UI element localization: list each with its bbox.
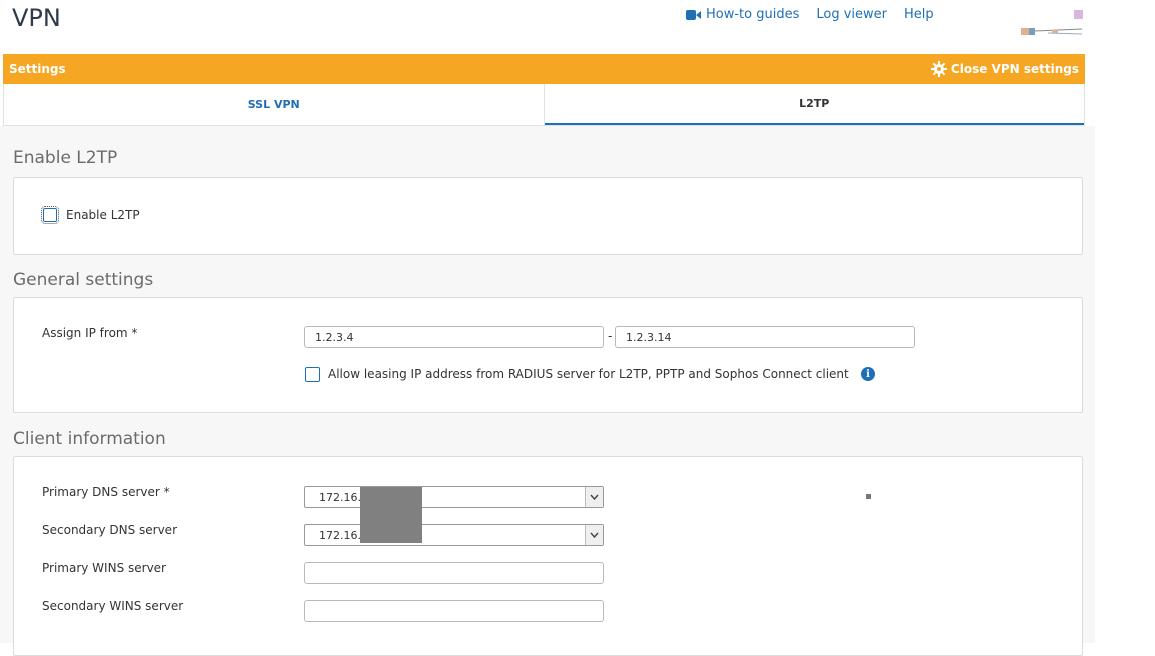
general-settings-panel: Assign IP from * 1.2.3.4 - 1.2.3.14 Allo… [13,297,1083,413]
settings-content: Enable L2TP Enable L2TP General settings… [0,126,1095,656]
howto-guides-link[interactable]: How-to guides [686,7,799,22]
primary-dns-label: Primary DNS server * [42,485,170,499]
help-link[interactable]: Help [904,7,934,22]
enable-l2tp-label: Enable L2TP [66,208,140,222]
enable-l2tp-section-title: Enable L2TP [13,148,118,168]
page-title: VPN [12,4,61,32]
close-vpn-settings-label: Close VPN settings [950,62,1079,76]
primary-wins-label: Primary WINS server [42,561,166,575]
video-camera-icon [686,9,701,20]
close-vpn-settings-button[interactable]: Close VPN settings [930,61,1079,77]
enable-l2tp-panel: Enable L2TP [13,177,1083,255]
secondary-wins-label: Secondary WINS server [42,599,184,613]
secondary-dns-select[interactable]: 172.16. [304,524,604,546]
client-information-panel: Primary DNS server * 172.16. Secondary D… [13,456,1083,656]
gear-icon [930,61,947,77]
primary-dns-value: 172.16. [319,491,361,504]
radius-lease-label: Allow leasing IP address from RADIUS ser… [328,367,849,381]
info-icon[interactable]: i [861,367,875,381]
radius-lease-checkbox[interactable] [305,367,320,382]
tab-ssl-vpn[interactable]: SSL VPN [4,84,545,125]
ip-range-start-input[interactable]: 1.2.3.4 [304,326,604,348]
client-information-section-title: Client information [13,429,166,449]
enable-l2tp-checkbox[interactable] [41,206,59,224]
general-settings-section-title: General settings [13,270,154,290]
tab-bar: SSL VPN L2TP [3,84,1085,126]
primary-wins-input[interactable] [304,562,604,584]
secondary-dns-value: 172.16. [319,529,361,542]
chevron-down-icon [585,487,603,507]
settings-title: Settings [9,62,66,76]
log-viewer-link[interactable]: Log viewer [816,7,887,22]
assign-ip-label: Assign IP from * [42,326,138,340]
settings-bar: Settings Close VPN settings [3,54,1085,84]
ip-range-separator: - [608,329,613,343]
secondary-dns-label: Secondary DNS server [42,523,177,537]
ip-range-end-input[interactable]: 1.2.3.14 [615,326,915,348]
primary-dns-select[interactable]: 172.16. [304,486,604,508]
brand-decoration-icon [1021,10,1083,35]
tab-l2tp[interactable]: L2TP [544,84,1084,125]
chevron-down-icon [585,525,603,545]
secondary-wins-input[interactable] [304,600,604,622]
redaction-block [360,487,422,543]
marker-dot [866,494,871,499]
top-links: How-to guides Log viewer Help [686,7,951,22]
howto-guides-label: How-to guides [706,7,800,22]
